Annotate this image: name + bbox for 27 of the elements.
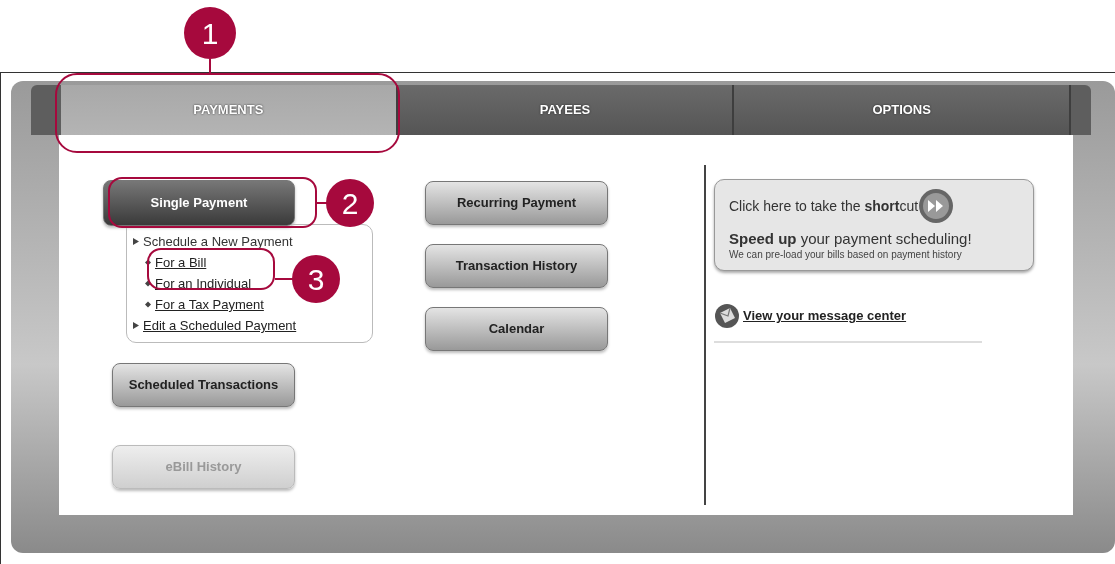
callout-number: 1 <box>184 7 236 59</box>
nav-button[interactable]: Single Payment <box>103 180 295 226</box>
nav-button[interactable]: Calendar <box>425 307 608 351</box>
leader-line <box>275 278 293 280</box>
leader-line <box>209 59 211 74</box>
submenu-label: Schedule a New Payment <box>143 233 293 251</box>
diamond-icon <box>145 259 151 266</box>
message-center-link[interactable]: View your message center <box>743 306 907 326</box>
submenu-link[interactable]: For a Tax Payment <box>155 294 264 315</box>
envelope-icon[interactable] <box>714 303 740 329</box>
triangle-icon <box>133 238 139 245</box>
triangle-icon <box>133 322 139 329</box>
fast-forward-icon[interactable] <box>918 188 955 224</box>
nav-tab[interactable]: PAYEES <box>397 85 735 135</box>
nav-button[interactable]: Scheduled Transactions <box>112 363 295 407</box>
nav-tab[interactable]: OPTIONS <box>734 85 1071 135</box>
shortcut-headline: Speed up your payment scheduling! <box>729 230 973 247</box>
submenu-link[interactable]: For an Individual <box>155 273 252 294</box>
shortcut-card[interactable]: Click here to take the shortcut Speed up your payment scheduling! We can pre-load your bills based on payment history <box>714 179 1034 271</box>
nav-button[interactable]: Transaction History <box>425 244 608 288</box>
diamond-icon <box>145 301 151 308</box>
submenu-link[interactable]: For a Bill <box>155 252 207 273</box>
shortcut-prompt: Click here to take the shortcut <box>729 196 919 216</box>
submenu-link[interactable]: Edit a Scheduled Payment <box>143 315 297 336</box>
shortcut-note: We can pre-load your bills based on payment history <box>729 248 963 262</box>
diamond-icon <box>145 280 151 287</box>
nav-button[interactable]: Recurring Payment <box>425 181 608 225</box>
